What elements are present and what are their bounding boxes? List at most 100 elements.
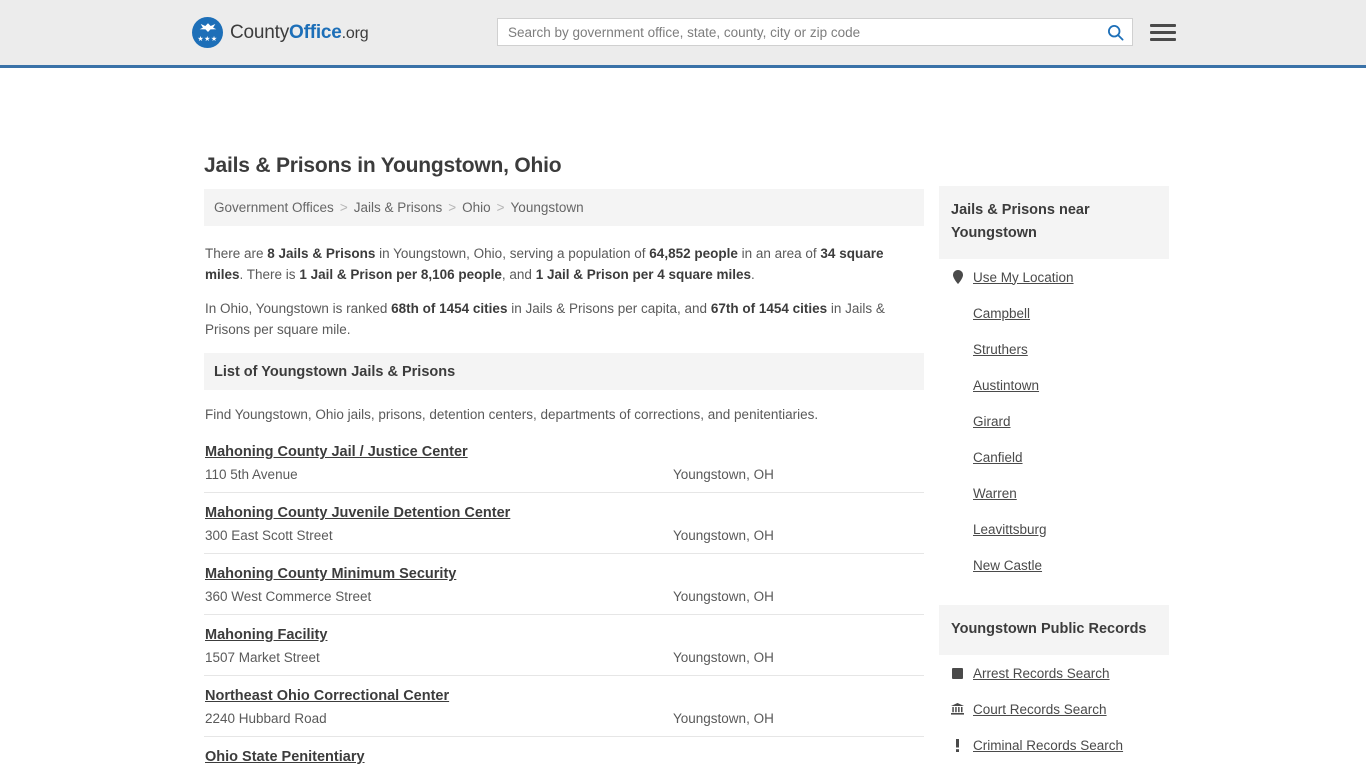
breadcrumb-item-youngstown[interactable]: Youngstown bbox=[511, 200, 584, 215]
intro-stats: There are 8 Jails & Prisons in Youngstow… bbox=[204, 243, 924, 340]
breadcrumb-separator: > bbox=[448, 200, 457, 215]
sidebar-item-label[interactable]: Canfield bbox=[973, 450, 1023, 465]
sidebar-item-new-castle[interactable]: New Castle bbox=[951, 547, 1157, 583]
records-item-label[interactable]: Arrest Records Search bbox=[973, 666, 1110, 681]
intro-text: in an area of bbox=[737, 246, 821, 261]
site-header: ★★★ CountyOffice.org bbox=[0, 0, 1366, 68]
logo-text: CountyOffice.org bbox=[230, 21, 369, 44]
listing-details: 2240 Hubbard Road Youngstown, OH bbox=[205, 711, 923, 726]
sidebar-item-label[interactable]: Warren bbox=[973, 486, 1017, 501]
listing-name-link[interactable]: Ohio State Penitentiary bbox=[205, 749, 365, 765]
menu-bar-2 bbox=[1150, 30, 1176, 34]
sidebar-item-label[interactable]: Campbell bbox=[973, 306, 1030, 321]
sidebar: Jails & Prisons near Youngstown Use My L… bbox=[939, 186, 1169, 768]
breadcrumb-item-ohio[interactable]: Ohio bbox=[462, 200, 491, 215]
listing-name-link[interactable]: Mahoning Facility bbox=[205, 627, 327, 643]
records-item-label[interactable]: Court Records Search bbox=[973, 702, 1107, 717]
records-item-arrest-records-search[interactable]: Arrest Records Search bbox=[951, 655, 1157, 691]
stat-rank-per-sqmile: 67th of 1454 cities bbox=[710, 301, 828, 316]
intro-text: In Ohio, Youngstown is ranked bbox=[205, 301, 392, 316]
public-records-section: Youngstown Public Records Arrest Records… bbox=[939, 605, 1169, 768]
search-input[interactable] bbox=[498, 19, 1098, 45]
sidebar-item-label[interactable]: Use My Location bbox=[973, 270, 1074, 285]
sidebar-item-campbell[interactable]: Campbell bbox=[951, 295, 1157, 331]
sidebar-item-label[interactable]: Girard bbox=[973, 414, 1011, 429]
sidebar-item-label[interactable]: Leavittsburg bbox=[973, 522, 1047, 537]
site-logo[interactable]: ★★★ CountyOffice.org bbox=[192, 17, 369, 48]
intro-text: in Jails & Prisons per capita, and bbox=[507, 301, 711, 316]
stat-per-area: 1 Jail & Prison per 4 square miles bbox=[535, 267, 752, 282]
breadcrumb-item-government-offices[interactable]: Government Offices bbox=[214, 200, 334, 215]
nearby-cities-list: Use My Location Campbell Struthers Austinto… bbox=[939, 259, 1169, 583]
listing-city-state: Youngstown, OH bbox=[673, 711, 774, 726]
fingerprint-square-icon bbox=[951, 667, 964, 679]
exclamation-icon bbox=[951, 738, 964, 752]
listing-details: 110 5th Avenue Youngstown, OH bbox=[205, 467, 923, 482]
map-pin-icon bbox=[951, 270, 964, 284]
table-row: Mahoning Facility 1507 Market Street Young… bbox=[204, 615, 924, 676]
logo-stars: ★★★ bbox=[197, 36, 218, 43]
table-row: Mahoning County Juvenile Detention Cente… bbox=[204, 493, 924, 554]
listing-address: 300 East Scott Street bbox=[205, 528, 333, 543]
listing-address: 2240 Hubbard Road bbox=[205, 711, 327, 726]
hamburger-menu-icon[interactable] bbox=[1148, 18, 1178, 46]
intro-text: There are bbox=[205, 246, 268, 261]
records-item-court-records-search[interactable]: Court Records Search bbox=[951, 691, 1157, 727]
listing-address: 360 West Commerce Street bbox=[205, 589, 372, 604]
sidebar-item-austintown[interactable]: Austintown bbox=[951, 367, 1157, 403]
sidebar-item-label[interactable]: Struthers bbox=[973, 342, 1028, 357]
table-row: Mahoning County Minimum Security 360 West… bbox=[204, 554, 924, 615]
listing-city-state: Youngstown, OH bbox=[673, 650, 774, 665]
intro-paragraph-2: In Ohio, Youngstown is ranked 68th of 14… bbox=[205, 298, 923, 340]
main-content: Jails & Prisons in Youngstown, Ohio Gove… bbox=[204, 154, 924, 768]
stat-rank-per-capita: 68th of 1454 cities bbox=[391, 301, 508, 316]
listing-city-state: Youngstown, OH bbox=[673, 528, 774, 543]
listing-details: 300 East Scott Street Youngstown, OH bbox=[205, 528, 923, 543]
breadcrumb-separator: > bbox=[339, 200, 348, 215]
sidebar-item-canfield[interactable]: Canfield bbox=[951, 439, 1157, 475]
stat-count: 8 Jails & Prisons bbox=[267, 246, 376, 261]
menu-bar-3 bbox=[1150, 37, 1176, 41]
logo-text-org: .org bbox=[341, 24, 369, 42]
intro-text: in Youngstown, Ohio, serving a populatio… bbox=[375, 246, 650, 261]
sidebar-item-leavittsburg[interactable]: Leavittsburg bbox=[951, 511, 1157, 547]
sidebar-item-warren[interactable]: Warren bbox=[951, 475, 1157, 511]
jails-prisons-list: Mahoning County Jail / Justice Center 110… bbox=[204, 432, 924, 768]
sidebar-item-struthers[interactable]: Struthers bbox=[951, 331, 1157, 367]
listing-city-state: Youngstown, OH bbox=[673, 589, 774, 604]
public-records-list: Arrest Records Search Court Records Searc… bbox=[939, 655, 1169, 768]
listing-name-link[interactable]: Mahoning County Juvenile Detention Cente… bbox=[205, 505, 510, 521]
sidebar-item-label[interactable]: New Castle bbox=[973, 558, 1042, 573]
logo-text-office: Office bbox=[289, 21, 342, 43]
records-item-police-records-search[interactable]: Police Records Search bbox=[951, 763, 1157, 768]
listing-details: 360 West Commerce Street Youngstown, OH bbox=[205, 589, 923, 604]
listing-name-link[interactable]: Mahoning County Jail / Justice Center bbox=[205, 444, 468, 460]
breadcrumb-item-jails-prisons[interactable]: Jails & Prisons bbox=[354, 200, 443, 215]
courthouse-icon bbox=[951, 703, 964, 715]
public-records-section-title: Youngstown Public Records bbox=[939, 605, 1169, 655]
section-header: List of Youngstown Jails & Prisons bbox=[204, 353, 924, 390]
page-title: Jails & Prisons in Youngstown, Ohio bbox=[204, 154, 562, 177]
listing-name-link[interactable]: Northeast Ohio Correctional Center bbox=[205, 688, 449, 704]
table-row: Northeast Ohio Correctional Center 2240 H… bbox=[204, 676, 924, 737]
menu-bar-1 bbox=[1150, 23, 1176, 27]
search-button[interactable] bbox=[1098, 19, 1132, 45]
sidebar-item-girard[interactable]: Girard bbox=[951, 403, 1157, 439]
listing-address: 1507 Market Street bbox=[205, 650, 320, 665]
intro-text: . bbox=[751, 267, 755, 282]
listing-name-link[interactable]: Mahoning County Minimum Security bbox=[205, 566, 456, 582]
records-item-label[interactable]: Criminal Records Search bbox=[973, 738, 1123, 753]
search-icon bbox=[1107, 24, 1124, 41]
intro-paragraph-1: There are 8 Jails & Prisons in Youngstow… bbox=[205, 243, 923, 285]
stat-population: 64,852 people bbox=[649, 246, 738, 261]
sidebar-item-label[interactable]: Austintown bbox=[973, 378, 1039, 393]
intro-text: . There is bbox=[239, 267, 300, 282]
eagle-stars-logo-icon: ★★★ bbox=[192, 17, 223, 48]
sidebar-item-use-my-location[interactable]: Use My Location bbox=[951, 259, 1157, 295]
records-item-criminal-records-search[interactable]: Criminal Records Search bbox=[951, 727, 1157, 763]
search-bar[interactable] bbox=[497, 18, 1133, 46]
listing-city-state: Youngstown, OH bbox=[673, 467, 774, 482]
listing-details: 1507 Market Street Youngstown, OH bbox=[205, 650, 923, 665]
table-row: Mahoning County Jail / Justice Center 110… bbox=[204, 432, 924, 493]
section-subtitle: Find Youngstown, Ohio jails, prisons, de… bbox=[205, 407, 819, 422]
